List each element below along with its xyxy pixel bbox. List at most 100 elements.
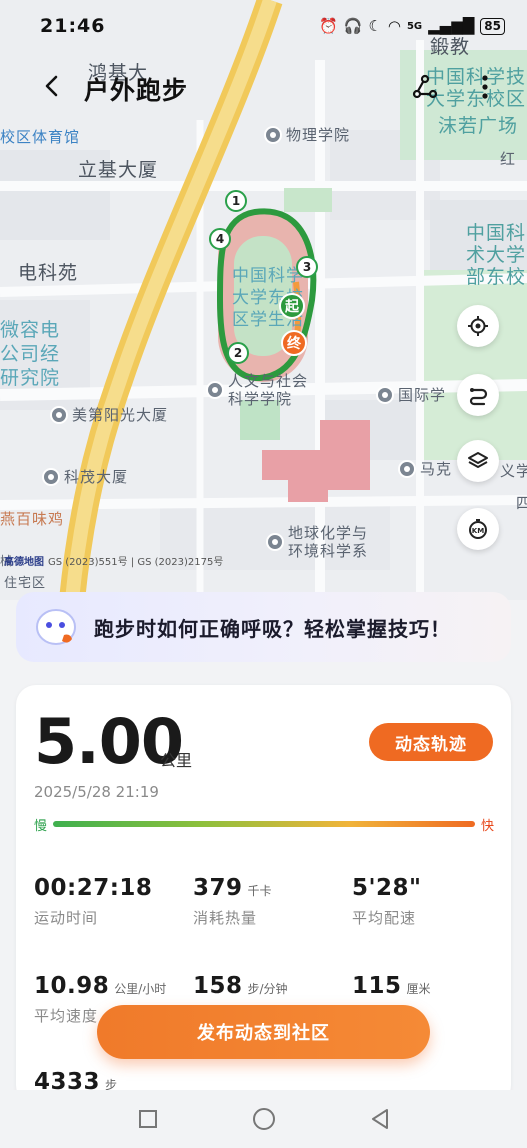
pace-fast-label: 快: [480, 818, 494, 834]
page-title: 户外跑步: [84, 76, 189, 105]
map-poi-humanities[interactable]: 人文与社会 科学学院: [206, 372, 308, 408]
map-poi-label: 地球化学与 环境科学系: [288, 524, 369, 560]
stat-unit: 厘米: [406, 982, 431, 996]
route-toggle-button[interactable]: [457, 374, 499, 416]
battery-level: 85: [480, 17, 505, 35]
status-bar: 21:46 ⏰ 🎧 ☾ ◠ 5G ▂▄▆█ 85: [0, 0, 527, 52]
stat-value: 379: [193, 875, 243, 901]
map-poi-label: 美第阳光大厦: [72, 406, 169, 424]
route-share-icon: [412, 74, 438, 99]
map-label: 校区体育馆: [0, 128, 81, 146]
map-label: 燕百味鸡: [0, 510, 65, 528]
location-pin-icon: [42, 467, 60, 486]
status-icons: ⏰ 🎧 ☾ ◠ 5G ▂▄▆█ 85: [319, 17, 505, 35]
crosshair-icon: [468, 316, 488, 336]
map-license: GS (2023)551号 | GS (2023)2175号: [48, 557, 224, 568]
map-label: 沫若广场: [438, 115, 519, 137]
km-marker[interactable]: 2: [227, 342, 249, 364]
location-pin-icon: [398, 459, 416, 478]
back-arrow-icon: [45, 75, 58, 97]
circle-icon: [252, 1108, 275, 1130]
map-label: 红: [500, 150, 517, 168]
signal-icon: ▂▄▆█: [428, 17, 475, 35]
stat-avg-pace: 5'28" 平均配速: [352, 875, 422, 928]
km-marker[interactable]: 1: [225, 190, 247, 212]
stat-cadence: 158 步/分钟: [193, 973, 288, 999]
square-icon: [138, 1110, 157, 1128]
map-poi-kemao[interactable]: 科茂大厦: [42, 466, 128, 487]
stat-unit: 步/分钟: [247, 982, 288, 996]
end-marker[interactable]: 终: [281, 330, 307, 356]
header: 户外跑步: [0, 62, 527, 112]
svg-text:KM: KM: [472, 527, 484, 535]
back-button[interactable]: [38, 72, 66, 100]
distance-unit: 公里: [160, 751, 193, 770]
more-vertical-icon: [482, 75, 488, 99]
location-pin-icon: [206, 381, 224, 399]
status-time: 21:46: [40, 15, 106, 37]
alarm-icon: ⏰: [319, 17, 338, 35]
pace-legend: 慢 快: [34, 815, 494, 834]
stat-value: 158: [193, 973, 243, 999]
map-poi-marx[interactable]: 马克: [398, 458, 452, 479]
publish-to-community-button[interactable]: 发布动态到社区: [97, 1005, 430, 1059]
stat-value: 00:27:18: [34, 875, 153, 901]
map-label: 四: [516, 494, 527, 512]
stat-value: 10.98: [34, 973, 110, 999]
km-marker[interactable]: 3: [296, 256, 318, 278]
map-poi-physics[interactable]: 物理学院: [264, 124, 350, 145]
locate-button[interactable]: [457, 305, 499, 347]
map-label: 住宅区: [4, 576, 47, 591]
more-button[interactable]: [468, 70, 502, 104]
pace-slow-label: 慢: [34, 818, 48, 834]
workout-date: 2025/5/28 21:19: [34, 783, 159, 801]
location-pin-icon: [266, 533, 284, 551]
map-poi-international[interactable]: 国际学: [376, 384, 446, 405]
map-label: 中国科 术大学 部东校: [465, 222, 526, 288]
stat-stride: 115 厘米: [352, 973, 431, 999]
tip-text: 跑步时如何正确呼吸？轻松掌握技巧！: [94, 616, 451, 641]
stat-label: 平均配速: [352, 909, 417, 927]
stat-value: 5'28": [352, 875, 422, 901]
pace-gradient: [53, 821, 475, 827]
stat-label: 运动时间: [34, 909, 99, 927]
route-icon: [469, 388, 488, 406]
triangle-back-icon: [371, 1109, 388, 1129]
tip-banner[interactable]: 跑步时如何正确呼吸？轻松掌握技巧！: [16, 592, 511, 662]
km-marker[interactable]: 4: [209, 228, 231, 250]
map-label: 义学: [500, 462, 527, 480]
map-poi-label: 人文与社会 科学学院: [228, 372, 309, 408]
moon-icon: ☾: [368, 17, 382, 35]
map-label: 电科苑: [18, 262, 79, 284]
back-nav-button[interactable]: [367, 1106, 393, 1132]
stat-unit: 公里/小时: [114, 982, 167, 996]
location-pin-icon: [264, 125, 282, 144]
stat-unit: 千卡: [247, 884, 272, 898]
stat-value: 115: [352, 973, 402, 999]
recents-button[interactable]: [135, 1106, 161, 1132]
headphones-icon: 🎧: [343, 17, 363, 35]
stat-duration: 00:27:18 运动时间: [34, 875, 152, 928]
map-poi-geochem[interactable]: 地球化学与 环境科学系: [266, 524, 368, 560]
map-poi-label: 国际学: [398, 386, 447, 404]
share-route-button[interactable]: [408, 70, 442, 104]
map-copyright: 高德地图 GS (2023)551号 | GS (2023)2175号: [4, 553, 223, 568]
system-nav-bar: [0, 1090, 527, 1148]
map-poi-meidi[interactable]: 美第阳光大厦: [50, 404, 168, 425]
wifi-icon: ◠: [387, 17, 401, 35]
stopwatch-km-icon: KM: [469, 519, 487, 539]
home-button[interactable]: [251, 1106, 277, 1132]
km-split-button[interactable]: KM: [457, 508, 499, 550]
map-poi-label: 物理学院: [286, 126, 351, 144]
assistant-avatar-icon: [34, 605, 82, 649]
network-type: 5G: [406, 20, 423, 32]
stat-calories: 379 千卡 消耗热量: [193, 875, 272, 928]
map-poi-label: 科茂大厦: [64, 468, 129, 486]
stat-label: 消耗热量: [193, 909, 258, 927]
start-marker[interactable]: 起: [279, 293, 305, 319]
dynamic-track-button[interactable]: 动态轨迹: [369, 723, 493, 761]
map-brand: 高德地图: [4, 557, 44, 568]
map-poi-label: 马克: [420, 460, 453, 478]
map-layers-button[interactable]: [457, 440, 499, 482]
map-label: 微容电 公司经 研究院: [0, 319, 61, 389]
